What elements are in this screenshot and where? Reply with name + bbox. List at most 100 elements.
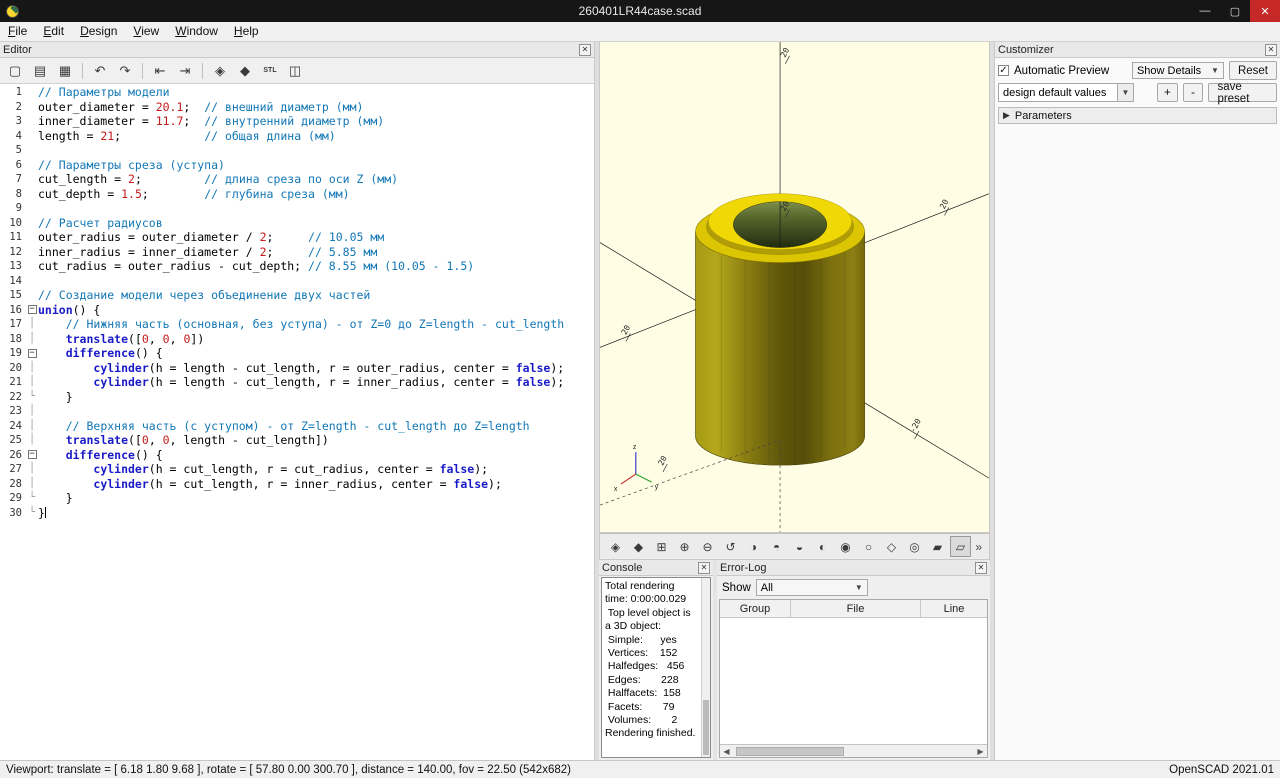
errorlog-table-body[interactable] bbox=[720, 618, 987, 744]
viewport-3d[interactable]: 20202020-2020 z x y bbox=[599, 42, 990, 533]
viewport-canvas[interactable]: 20202020-2020 z x y bbox=[600, 42, 989, 532]
console-scrollbar[interactable] bbox=[701, 578, 710, 757]
view-right-icon[interactable]: ◑ bbox=[743, 536, 764, 557]
fold-marker[interactable]: − bbox=[26, 448, 38, 463]
errorlog-panel-header: Error-Log ✕ bbox=[717, 560, 990, 576]
bottom-panels: Console ✕ Total renderingtime: 0:00:00.0… bbox=[599, 560, 990, 760]
code-text bbox=[38, 274, 594, 289]
editor-close-icon[interactable]: ✕ bbox=[579, 44, 591, 56]
code-text: translate([0, 0, 0]) bbox=[38, 332, 594, 347]
view-toolbar: ◈◆⊞⊕⊖↺◑◓◒◐◉○◇◎▰▱» bbox=[599, 533, 990, 560]
perspective-icon[interactable]: ▰ bbox=[927, 536, 948, 557]
code-line: 3inner_diameter = 11.7; // внутренний ди… bbox=[0, 114, 594, 129]
errorlog-filter-dropdown[interactable]: All ▼ bbox=[756, 579, 868, 596]
parameters-label: Parameters bbox=[1015, 110, 1072, 122]
save-icon[interactable]: ▦ bbox=[54, 60, 76, 82]
add-preset-button[interactable]: + bbox=[1157, 83, 1178, 102]
view-center-icon[interactable]: ◎ bbox=[904, 536, 925, 557]
fold-collapse-icon[interactable]: − bbox=[28, 349, 37, 358]
remove-preset-button[interactable]: - bbox=[1183, 83, 1204, 102]
print-icon[interactable]: ◫ bbox=[284, 60, 306, 82]
view-left-icon[interactable]: ◐ bbox=[812, 536, 833, 557]
menu-view[interactable]: View bbox=[125, 22, 167, 41]
render-icon[interactable]: ◆ bbox=[628, 536, 649, 557]
menu-edit[interactable]: Edit bbox=[35, 22, 72, 41]
toolbar-overflow-icon[interactable]: » bbox=[973, 540, 984, 554]
errorlog-hscrollbar[interactable]: ◀ ▶ bbox=[720, 744, 987, 757]
statusbar: Viewport: translate = [ 6.18 1.80 9.68 ]… bbox=[0, 760, 1280, 778]
minimize-button[interactable]: — bbox=[1190, 0, 1220, 22]
column-header-group[interactable]: Group bbox=[720, 600, 791, 617]
automatic-preview-checkbox[interactable]: ✓ bbox=[998, 65, 1009, 76]
view-top-icon[interactable]: ◓ bbox=[766, 536, 787, 557]
console-scrollbar-thumb[interactable] bbox=[703, 700, 709, 755]
zoom-in-icon[interactable]: ⊕ bbox=[674, 536, 695, 557]
code-text: // Параметры среза (уступа) bbox=[38, 158, 594, 173]
preset-combobox-value[interactable]: design default values bbox=[998, 83, 1118, 102]
fold-marker: │ bbox=[26, 462, 38, 477]
fold-marker: │ bbox=[26, 332, 38, 347]
reset-button[interactable]: Reset bbox=[1229, 61, 1277, 80]
fold-marker[interactable]: − bbox=[26, 346, 38, 361]
code-editor[interactable]: 1// Параметры модели2outer_diameter = 20… bbox=[0, 84, 594, 760]
preset-combobox[interactable]: design default values ▼ bbox=[998, 83, 1134, 102]
code-line: 28│ cylinder(h = cut_length, r = inner_r… bbox=[0, 477, 594, 492]
open-icon[interactable]: ▤ bbox=[29, 60, 51, 82]
chevron-down-icon[interactable]: ▼ bbox=[1118, 83, 1134, 102]
fold-collapse-icon[interactable]: − bbox=[28, 305, 37, 314]
code-line: 23│ bbox=[0, 404, 594, 419]
code-line: 22└ } bbox=[0, 390, 594, 405]
fold-marker bbox=[26, 216, 38, 231]
view-bottom-icon[interactable]: ◒ bbox=[789, 536, 810, 557]
console-output[interactable]: Total renderingtime: 0:00:00.029 Top lev… bbox=[601, 577, 711, 758]
unindent-icon[interactable]: ⇤ bbox=[149, 60, 171, 82]
export-stl-icon[interactable]: STL bbox=[259, 60, 281, 82]
scroll-right-icon[interactable]: ▶ bbox=[974, 745, 987, 757]
scroll-left-icon[interactable]: ◀ bbox=[720, 745, 733, 757]
column-header-line[interactable]: Line bbox=[921, 600, 987, 617]
save-preset-button[interactable]: save preset bbox=[1208, 83, 1277, 102]
code-text: cylinder(h = length - cut_length, r = in… bbox=[38, 375, 594, 390]
errorlog-close-icon[interactable]: ✕ bbox=[975, 562, 987, 574]
view-back-icon[interactable]: ○ bbox=[858, 536, 879, 557]
console-line: Rendering finished. bbox=[605, 727, 700, 740]
errorlog-hscroll-track[interactable] bbox=[734, 747, 973, 756]
app-icon bbox=[6, 5, 19, 18]
menu-file[interactable]: File bbox=[0, 22, 35, 41]
undo-icon[interactable]: ↶ bbox=[89, 60, 111, 82]
menu-design[interactable]: Design bbox=[72, 22, 125, 41]
preview-icon[interactable]: ◈ bbox=[209, 60, 231, 82]
code-text: union() { bbox=[38, 303, 594, 318]
menu-window[interactable]: Window bbox=[167, 22, 226, 41]
column-header-file[interactable]: File bbox=[791, 600, 921, 617]
render-icon[interactable]: ◆ bbox=[234, 60, 256, 82]
code-text: outer_diameter = 20.1; // внешний диамет… bbox=[38, 100, 594, 115]
reset-view-icon[interactable]: ↺ bbox=[720, 536, 741, 557]
customizer-close-icon[interactable]: ✕ bbox=[1265, 44, 1277, 56]
view-front-icon[interactable]: ◉ bbox=[835, 536, 856, 557]
view-diagonal-icon[interactable]: ◇ bbox=[881, 536, 902, 557]
zoom-out-icon[interactable]: ⊖ bbox=[697, 536, 718, 557]
indent-icon[interactable]: ⇥ bbox=[174, 60, 196, 82]
zoom-all-icon[interactable]: ⊞ bbox=[651, 536, 672, 557]
fold-marker[interactable]: − bbox=[26, 303, 38, 318]
parameters-expander[interactable]: ▶ Parameters bbox=[998, 107, 1277, 124]
line-number: 19 bbox=[0, 346, 26, 361]
close-window-button[interactable]: ✕ bbox=[1250, 0, 1280, 22]
chevron-down-icon: ▼ bbox=[855, 583, 863, 592]
maximize-button[interactable]: ▢ bbox=[1220, 0, 1250, 22]
new-file-icon[interactable]: ▢ bbox=[4, 60, 26, 82]
menu-help[interactable]: Help bbox=[226, 22, 267, 41]
svg-text:-20: -20 bbox=[908, 417, 923, 434]
fold-collapse-icon[interactable]: − bbox=[28, 450, 37, 459]
code-line: 1// Параметры модели bbox=[0, 85, 594, 100]
orthogonal-icon[interactable]: ▱ bbox=[950, 536, 971, 557]
errorlog-hscroll-thumb[interactable] bbox=[736, 747, 844, 756]
console-close-icon[interactable]: ✕ bbox=[698, 562, 710, 574]
titlebar: 260401LR44case.scad — ▢ ✕ bbox=[0, 0, 1280, 22]
redo-icon[interactable]: ↷ bbox=[114, 60, 136, 82]
console-line: time: 0:00:00.029 bbox=[605, 593, 700, 606]
errorlog-panel-title: Error-Log bbox=[720, 562, 766, 574]
preview-icon[interactable]: ◈ bbox=[605, 536, 626, 557]
show-details-dropdown[interactable]: Show Details ▼ bbox=[1132, 62, 1224, 79]
